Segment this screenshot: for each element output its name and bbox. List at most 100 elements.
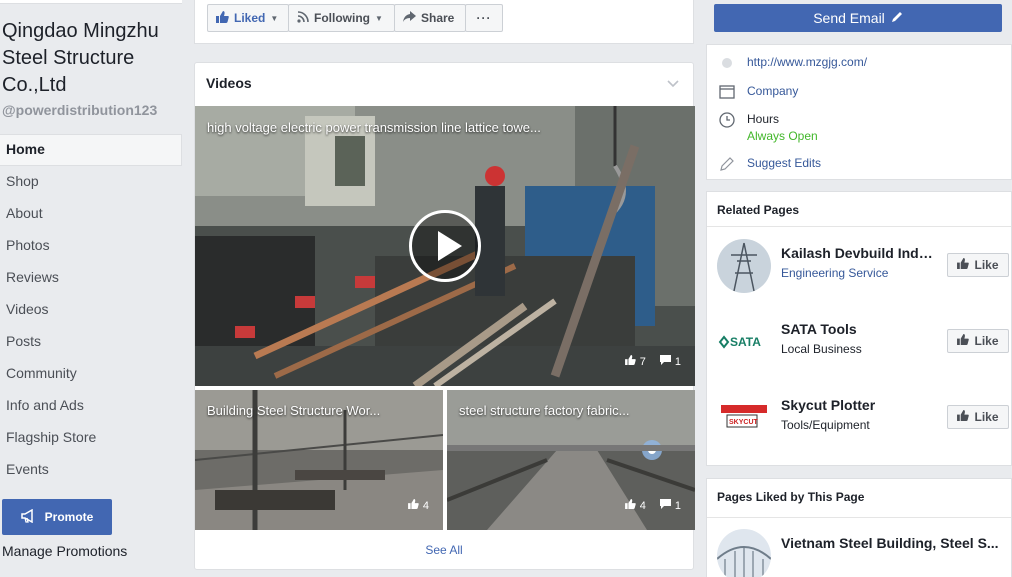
main-video-like-count: 7 — [639, 355, 646, 368]
thumbs-up-icon — [216, 10, 229, 26]
share-label: Share — [421, 11, 455, 25]
pencil-icon — [891, 10, 903, 26]
share-button[interactable]: Share — [394, 4, 466, 32]
liked-page-name[interactable]: Vietnam Steel Building, Steel S... — [781, 535, 1001, 551]
page-title[interactable]: Qingdao Mingzhu Steel Structure Co.,Ltd — [2, 18, 188, 99]
divider — [707, 517, 1011, 518]
top-divider — [0, 0, 182, 4]
thumbs-up-icon — [957, 410, 970, 424]
about-card: http://www.mzgjg.com/ Company Hours Alwa… — [706, 44, 1012, 180]
nav-item-videos[interactable]: Videos — [0, 294, 182, 326]
liked-page-item: Vietnam Steel Building, Steel S... — [717, 529, 1007, 577]
hours-row: Hours Always Open — [719, 112, 818, 143]
promote-button[interactable]: Promote — [2, 499, 112, 535]
video-thumbnail-building-steel[interactable]: Building Steel Structure Wor... 4 — [195, 390, 443, 530]
nav-item-events[interactable]: Events — [0, 454, 182, 486]
thumbs-up-icon — [407, 499, 419, 512]
video-stats: 4 — [407, 499, 429, 512]
sata-logo-text: SATA — [730, 335, 761, 349]
like-page-button[interactable]: Like — [947, 253, 1009, 277]
like-page-button[interactable]: Like — [947, 329, 1009, 353]
nav-item-home[interactable]: Home — [0, 134, 182, 166]
related-page-name[interactable]: SATA Tools — [781, 321, 933, 337]
category-row: Company — [719, 84, 798, 100]
share-icon — [403, 11, 416, 25]
related-page-avatar[interactable]: SKYCUT — [717, 391, 771, 445]
globe-icon — [719, 55, 735, 71]
video-stats: 4 1 — [624, 499, 681, 512]
hours-status: Always Open — [747, 129, 818, 143]
video-like-count: 4 — [422, 499, 429, 512]
pencil-icon — [719, 156, 735, 172]
like-label: Like — [974, 334, 999, 348]
related-pages-card: Related Pages Kailash Devbuild Indi... E… — [706, 191, 1012, 466]
main-video-stats: 7 1 — [624, 355, 681, 368]
skycut-logo-text: SKYCUT — [729, 419, 759, 426]
liked-button[interactable]: Liked ▼ — [207, 4, 289, 32]
website-link[interactable]: http://www.mzgjg.com/ — [747, 55, 867, 69]
more-options-icon: ··· — [476, 11, 492, 25]
more-options-button[interactable]: ··· — [465, 4, 503, 32]
related-page-name[interactable]: Kailash Devbuild Indi... — [781, 245, 933, 261]
related-page-category[interactable]: Engineering Service — [781, 266, 888, 280]
like-page-button[interactable]: Like — [947, 405, 1009, 429]
clock-icon — [719, 112, 735, 128]
nav-item-info-and-ads[interactable]: Info and Ads — [0, 390, 182, 422]
liked-page-avatar[interactable] — [717, 529, 771, 577]
video-like-count: 4 — [639, 499, 646, 512]
video-title[interactable]: Building Steel Structure Wor... — [207, 403, 380, 418]
pages-liked-card: Pages Liked by This Page Vietnam Steel B… — [706, 478, 1012, 577]
nav-item-shop[interactable]: Shop — [0, 166, 182, 198]
related-page-name[interactable]: Skycut Plotter — [781, 397, 933, 413]
hours-label: Hours — [747, 112, 780, 126]
play-button-icon[interactable] — [409, 210, 481, 282]
related-page-category: Tools/Equipment — [781, 418, 870, 432]
category-link[interactable]: Company — [747, 84, 798, 98]
following-button[interactable]: Following ▼ — [288, 4, 395, 32]
related-page-item: Kailash Devbuild Indi... Engineering Ser… — [717, 239, 1009, 295]
left-column: Qingdao Mingzhu Steel Structure Co.,Ltd … — [0, 0, 190, 577]
video-comment-count: 1 — [674, 499, 681, 512]
page-nav: Home Shop About Photos Reviews Videos Po… — [0, 134, 182, 486]
main-video-title[interactable]: high voltage electric power transmission… — [207, 120, 541, 135]
related-page-item: SKYCUT Skycut Plotter Tools/Equipment Li… — [717, 391, 1009, 447]
send-email-button[interactable]: Send Email — [714, 4, 1002, 32]
manage-promotions-link[interactable]: Manage Promotions — [2, 543, 127, 559]
page-action-bar: Liked ▼ Following ▼ Share ··· — [194, 0, 694, 44]
video-thumbnail-factory-fabrication[interactable]: steel structure factory fabric... 4 1 — [447, 390, 695, 530]
related-page-avatar[interactable]: SATA — [717, 315, 771, 369]
video-title[interactable]: steel structure factory fabric... — [459, 403, 630, 418]
pages-liked-title: Pages Liked by This Page — [717, 490, 865, 504]
nav-item-posts[interactable]: Posts — [0, 326, 182, 358]
send-email-label: Send Email — [813, 10, 885, 26]
like-label: Like — [974, 258, 999, 272]
thumbs-up-icon — [624, 355, 636, 368]
like-label: Like — [974, 410, 999, 424]
following-label: Following — [314, 11, 370, 25]
main-video-comment-count: 1 — [674, 355, 681, 368]
suggest-edits-link[interactable]: Suggest Edits — [747, 156, 821, 170]
related-page-category: Local Business — [781, 342, 862, 356]
nav-item-photos[interactable]: Photos — [0, 230, 182, 262]
nav-item-flagship-store[interactable]: Flagship Store — [0, 422, 182, 454]
nav-item-community[interactable]: Community — [0, 358, 182, 390]
videos-section-title: Videos — [206, 75, 252, 91]
related-pages-title: Related Pages — [717, 203, 800, 217]
page-handle[interactable]: @powerdistribution123 — [2, 102, 157, 118]
promote-label: Promote — [44, 510, 94, 524]
nav-item-reviews[interactable]: Reviews — [0, 262, 182, 294]
caret-down-icon: ▼ — [270, 13, 279, 23]
flag-icon — [719, 84, 735, 100]
thumbs-up-icon — [957, 258, 970, 272]
main-video[interactable]: high voltage electric power transmission… — [195, 106, 695, 386]
comment-icon — [659, 499, 671, 512]
related-page-avatar[interactable] — [717, 239, 771, 293]
chevron-down-icon[interactable] — [667, 75, 679, 93]
videos-card: Videos high voltage electric power trans… — [194, 62, 695, 570]
thumbs-up-icon — [624, 499, 636, 512]
nav-item-about[interactable]: About — [0, 198, 182, 230]
rss-icon — [297, 10, 309, 26]
caret-down-icon: ▼ — [375, 13, 383, 23]
suggest-edits-row: Suggest Edits — [719, 156, 821, 172]
see-all-videos-link[interactable]: See All — [195, 543, 693, 557]
